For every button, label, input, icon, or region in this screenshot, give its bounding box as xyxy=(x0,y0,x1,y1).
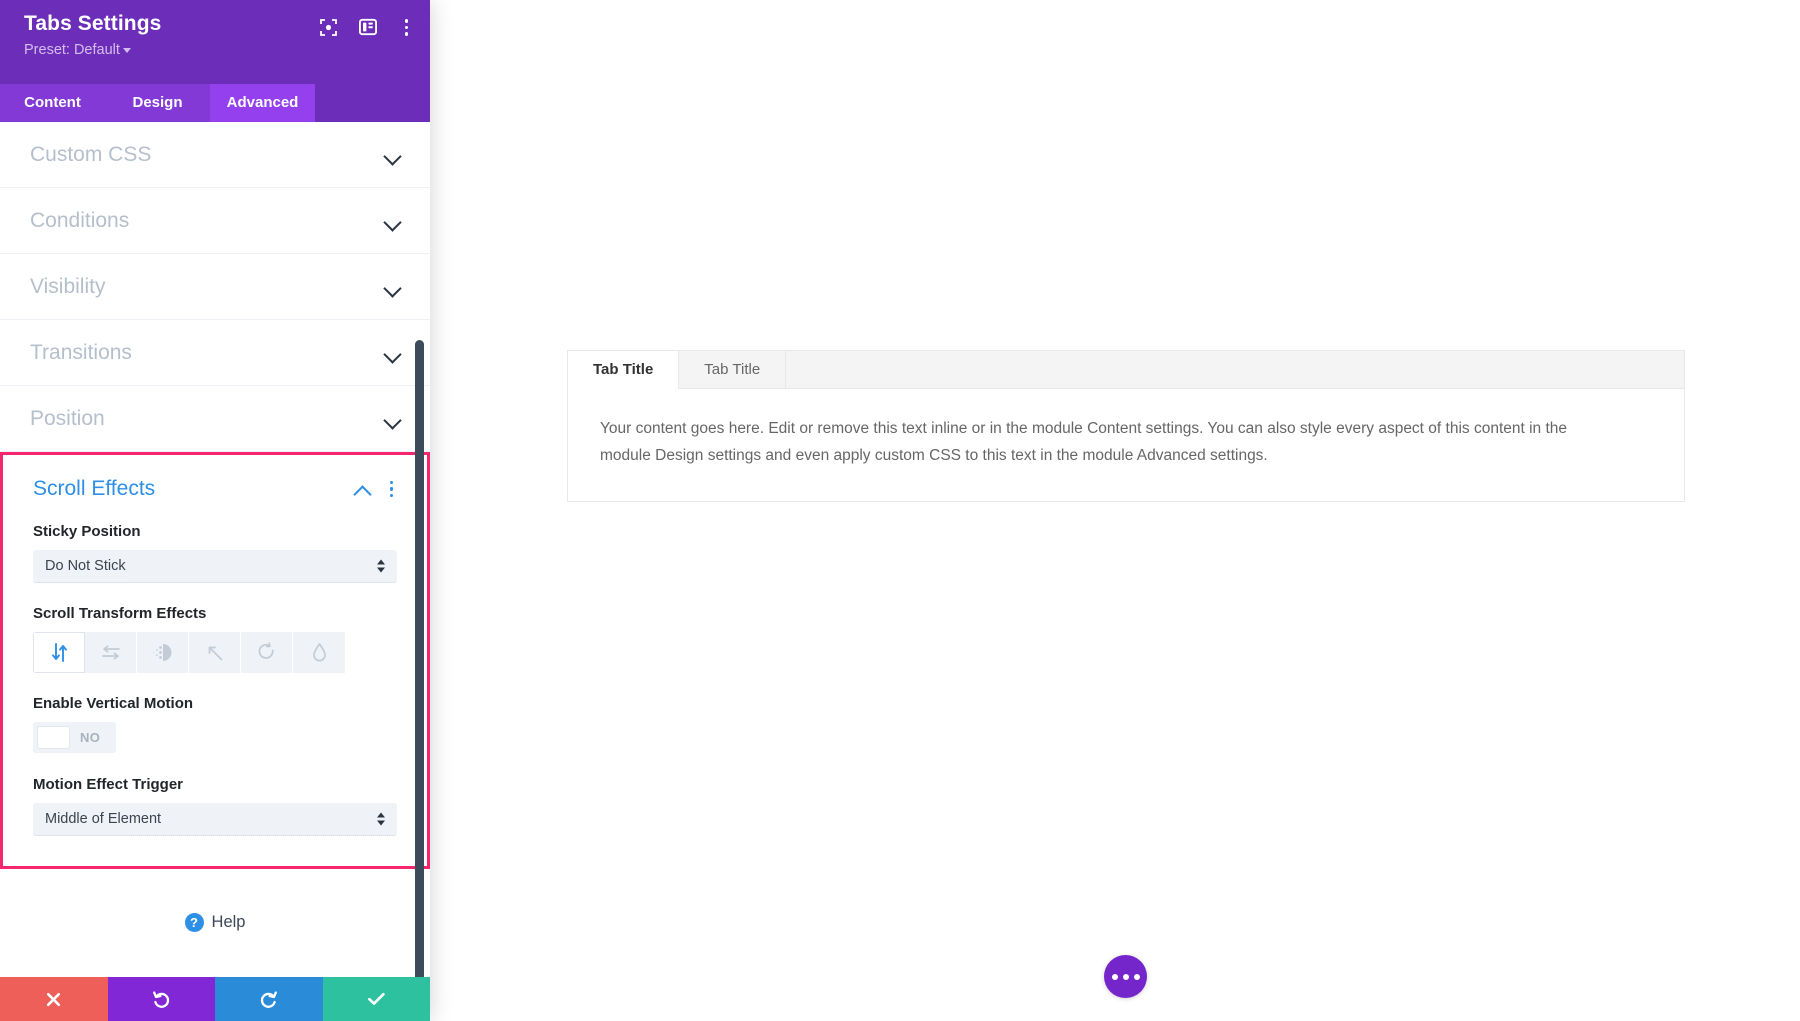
horizontal-motion-icon[interactable] xyxy=(85,632,137,673)
tabs-module-content-text: Your content goes here. Edit or remove t… xyxy=(600,420,1568,465)
accordion-visibility[interactable]: Visibility xyxy=(0,254,430,320)
modal-header: Tabs Settings Preset: Default xyxy=(0,0,430,84)
modal-footer xyxy=(0,977,430,1021)
field-sticky-position: Sticky Position Do Not Stick xyxy=(33,523,397,583)
scroll-transform-effects-label: Scroll Transform Effects xyxy=(33,605,207,622)
dot-2 xyxy=(1122,973,1129,980)
rotating-icon[interactable] xyxy=(241,632,293,673)
kebab-dot-2 xyxy=(389,487,393,491)
field-motion-effect-trigger: Motion Effect Trigger Middle of Element xyxy=(33,776,397,836)
page-settings-button[interactable] xyxy=(1104,955,1147,998)
chevron-up-icon[interactable] xyxy=(354,484,370,494)
accordion-position[interactable]: Position xyxy=(0,386,430,452)
accordion-conditions[interactable]: Conditions xyxy=(0,188,430,254)
accordion-label: Conditions xyxy=(30,208,130,232)
accordion-scroll-effects: Scroll Effects Sticky Position Do Not St… xyxy=(0,452,430,869)
module-tab-1[interactable]: Tab Title xyxy=(568,351,680,389)
save-button[interactable] xyxy=(322,977,430,1021)
modal-header-icons xyxy=(319,16,415,39)
caret-down-icon xyxy=(377,820,385,826)
dot-1 xyxy=(1111,973,1118,980)
tab-advanced[interactable]: Advanced xyxy=(210,84,315,122)
tabs-module-preview: Tab Title Tab Title Your content goes he… xyxy=(567,350,1685,503)
module-tab-2[interactable]: Tab Title xyxy=(679,351,787,389)
modal-body: Custom CSS Conditions Visibility Transit… xyxy=(0,122,430,977)
caret-up-icon xyxy=(377,812,385,818)
accordion-label: Transitions xyxy=(30,340,132,364)
kebab-dot-3 xyxy=(404,32,408,36)
help-label: Help xyxy=(211,913,246,931)
enable-vertical-motion-label: Enable Vertical Motion xyxy=(33,695,194,712)
toggle-state-label: NO xyxy=(80,730,101,745)
kebab-dot-1 xyxy=(404,19,408,23)
dot-3 xyxy=(1133,973,1140,980)
focus-icon[interactable] xyxy=(319,18,337,36)
scroll-effects-header[interactable]: Scroll Effects xyxy=(33,477,397,501)
fade-in-out-icon[interactable] xyxy=(137,632,189,673)
sticky-position-select[interactable]: Do Not Stick xyxy=(33,550,397,583)
tab-design[interactable]: Design xyxy=(105,84,210,122)
motion-effect-trigger-label: Motion Effect Trigger xyxy=(33,776,183,793)
select-arrows-icon xyxy=(377,559,385,573)
cancel-button[interactable] xyxy=(0,977,108,1021)
tabs-module-body: Your content goes here. Edit or remove t… xyxy=(568,389,1684,502)
accordion-transitions[interactable]: Transitions xyxy=(0,320,430,386)
undo-button[interactable] xyxy=(107,977,215,1021)
chevron-down-icon xyxy=(384,150,400,160)
scaling-icon[interactable] xyxy=(189,632,241,673)
kebab-dot-3 xyxy=(389,493,393,498)
enable-vertical-motion-toggle[interactable]: NO xyxy=(33,722,117,753)
redo-icon xyxy=(261,990,278,1008)
sticky-position-label: Sticky Position xyxy=(33,523,141,540)
accordion-label: Visibility xyxy=(30,274,106,298)
accordion-custom-css[interactable]: Custom CSS xyxy=(0,122,430,188)
tabs-module-nav: Tab Title Tab Title xyxy=(568,351,1684,389)
section-actions xyxy=(354,479,398,500)
tab-content[interactable]: Content xyxy=(0,84,105,122)
panel-scrollbar[interactable] xyxy=(415,340,424,977)
close-icon xyxy=(47,992,61,1006)
modal-tab-bar: Content Design Advanced xyxy=(0,84,430,122)
section-title: Scroll Effects xyxy=(33,477,156,500)
redo-button[interactable] xyxy=(215,977,323,1021)
chevron-down-icon xyxy=(122,47,131,53)
toggle-knob xyxy=(37,726,70,749)
preset-selector[interactable]: Preset: Default xyxy=(24,42,412,58)
caret-down-icon xyxy=(377,567,385,573)
chevron-down-icon xyxy=(384,348,400,358)
chevron-down-icon xyxy=(384,216,400,226)
help-icon: ? xyxy=(184,913,204,932)
caret-up-icon xyxy=(377,559,385,565)
kebab-dot-1 xyxy=(389,480,393,485)
undo-icon xyxy=(152,990,169,1008)
chevron-down-icon xyxy=(384,414,400,424)
motion-effect-trigger-value: Middle of Element xyxy=(45,811,162,827)
blur-icon[interactable] xyxy=(293,632,345,673)
help-button[interactable]: ? Help xyxy=(0,869,430,972)
preset-label: Preset: Default xyxy=(24,42,120,58)
scroll-transform-effects-group xyxy=(33,632,397,673)
sticky-position-value: Do Not Stick xyxy=(45,558,126,574)
kebab-dot-2 xyxy=(404,25,408,29)
chevron-down-icon xyxy=(384,282,400,292)
check-icon xyxy=(367,992,385,1005)
motion-effect-trigger-select[interactable]: Middle of Element xyxy=(33,803,397,836)
section-more-options-icon[interactable] xyxy=(386,479,398,500)
accordion-label: Position xyxy=(30,406,105,430)
accordion-label: Custom CSS xyxy=(30,142,152,166)
layout-panel-icon[interactable] xyxy=(358,18,377,36)
select-arrows-icon xyxy=(377,812,385,826)
vertical-motion-icon[interactable] xyxy=(33,632,85,673)
more-options-icon[interactable] xyxy=(399,16,415,39)
field-enable-vertical-motion: Enable Vertical Motion NO xyxy=(33,695,397,754)
tabs-settings-modal: Tabs Settings Preset: Default Content De… xyxy=(0,0,430,1021)
field-scroll-transform-effects: Scroll Transform Effects xyxy=(33,605,397,673)
